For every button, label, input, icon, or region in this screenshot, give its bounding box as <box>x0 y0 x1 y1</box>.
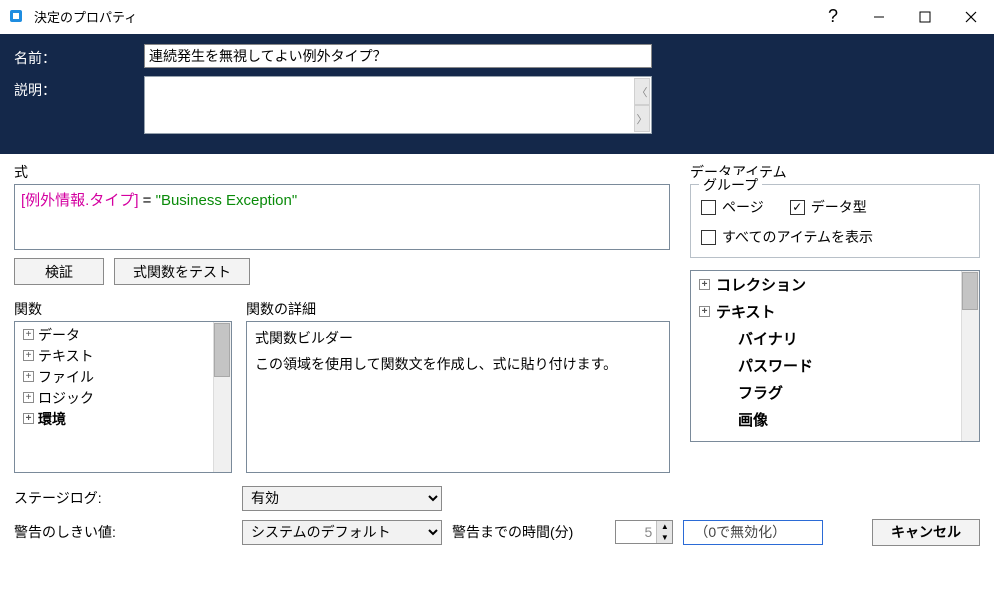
func-node-logic[interactable]: +ロジック <box>17 387 229 408</box>
ditem-image[interactable]: 画像 <box>691 406 979 433</box>
desc-scroll-down[interactable]: 〉 <box>634 105 650 132</box>
cancel-button[interactable]: キャンセル <box>872 519 980 546</box>
func-node-env[interactable]: +環境 <box>17 408 229 429</box>
threshold-time-label: 警告までの時間(分) <box>452 522 573 542</box>
expr-token: 例外情報.タイプ <box>25 192 134 209</box>
description-input[interactable] <box>145 77 637 133</box>
expr-operator: = <box>139 192 156 209</box>
threshold-time-input[interactable] <box>616 521 656 543</box>
chk-page[interactable]: ページ <box>701 197 764 217</box>
time-step-up[interactable]: ▲ <box>656 521 672 532</box>
expression-input[interactable]: [例外情報.タイプ] = "Business Exception" <box>14 184 670 250</box>
func-node-data[interactable]: +データ <box>17 324 229 345</box>
name-input[interactable] <box>144 44 652 68</box>
header-panel: 名前： 説明： 〈 〉 <box>0 34 994 154</box>
dataitems-tree[interactable]: +コレクション +テキスト バイナリ パスワード フラグ 画像 <box>690 270 980 442</box>
maximize-icon <box>919 11 931 23</box>
minimize-icon <box>873 11 885 23</box>
close-button[interactable] <box>948 1 994 33</box>
maximize-button[interactable] <box>902 1 948 33</box>
name-label: 名前： <box>14 44 144 68</box>
stagelog-select[interactable]: 有効 <box>242 486 442 511</box>
description-label: 説明： <box>14 76 144 100</box>
expression-label: 式 <box>14 162 674 182</box>
functions-label: 関数 <box>14 299 232 319</box>
threshold-hint: （0で無効化） <box>683 520 823 545</box>
chk-show-all[interactable]: すべてのアイテムを表示 <box>701 227 873 247</box>
dataitems-groupbox: グループ ページ ✓データ型 すべてのアイテムを表示 <box>690 184 980 258</box>
app-icon <box>8 8 26 26</box>
funcdetail-heading: 式関数ビルダー <box>255 328 661 348</box>
functions-scrollthumb[interactable] <box>214 323 230 377</box>
desc-scroll-up[interactable]: 〈 <box>634 78 650 105</box>
funcdetail-label: 関数の詳細 <box>246 299 670 319</box>
threshold-select[interactable]: システムのデフォルト <box>242 520 442 545</box>
ditem-text[interactable]: +テキスト <box>691 298 979 325</box>
group-legend: グループ <box>699 175 762 195</box>
close-icon <box>965 11 977 23</box>
threshold-time-input-wrap: ▲ ▼ <box>615 520 673 544</box>
ditem-collection[interactable]: +コレクション <box>691 271 979 298</box>
ditem-password[interactable]: パスワード <box>691 352 979 379</box>
validate-button[interactable]: 検証 <box>14 258 104 285</box>
minimize-button[interactable] <box>856 1 902 33</box>
window-title: 決定のプロパティ <box>34 7 810 26</box>
ditem-binary[interactable]: バイナリ <box>691 325 979 352</box>
funcdetail-panel: 式関数ビルダー この領域を使用して関数文を作成し、式に貼り付けます。 <box>246 321 670 473</box>
chk-datatype[interactable]: ✓データ型 <box>790 197 867 217</box>
expr-string: "Business Exception" <box>156 192 298 209</box>
dataitems-scrollthumb[interactable] <box>962 272 978 310</box>
func-node-file[interactable]: +ファイル <box>17 366 229 387</box>
time-step-down[interactable]: ▼ <box>656 532 672 543</box>
funcdetail-body: この領域を使用して関数文を作成し、式に貼り付けます。 <box>255 354 661 374</box>
functions-tree[interactable]: +データ +テキスト +ファイル +ロジック +環境 <box>14 321 232 473</box>
func-node-text[interactable]: +テキスト <box>17 345 229 366</box>
test-expression-button[interactable]: 式関数をテスト <box>114 258 250 285</box>
help-button[interactable]: ? <box>810 6 856 27</box>
threshold-label: 警告のしきい値: <box>14 522 232 542</box>
stagelog-label: ステージログ: <box>14 488 232 508</box>
ditem-flag[interactable]: フラグ <box>691 379 979 406</box>
titlebar: 決定のプロパティ ? <box>0 0 994 34</box>
